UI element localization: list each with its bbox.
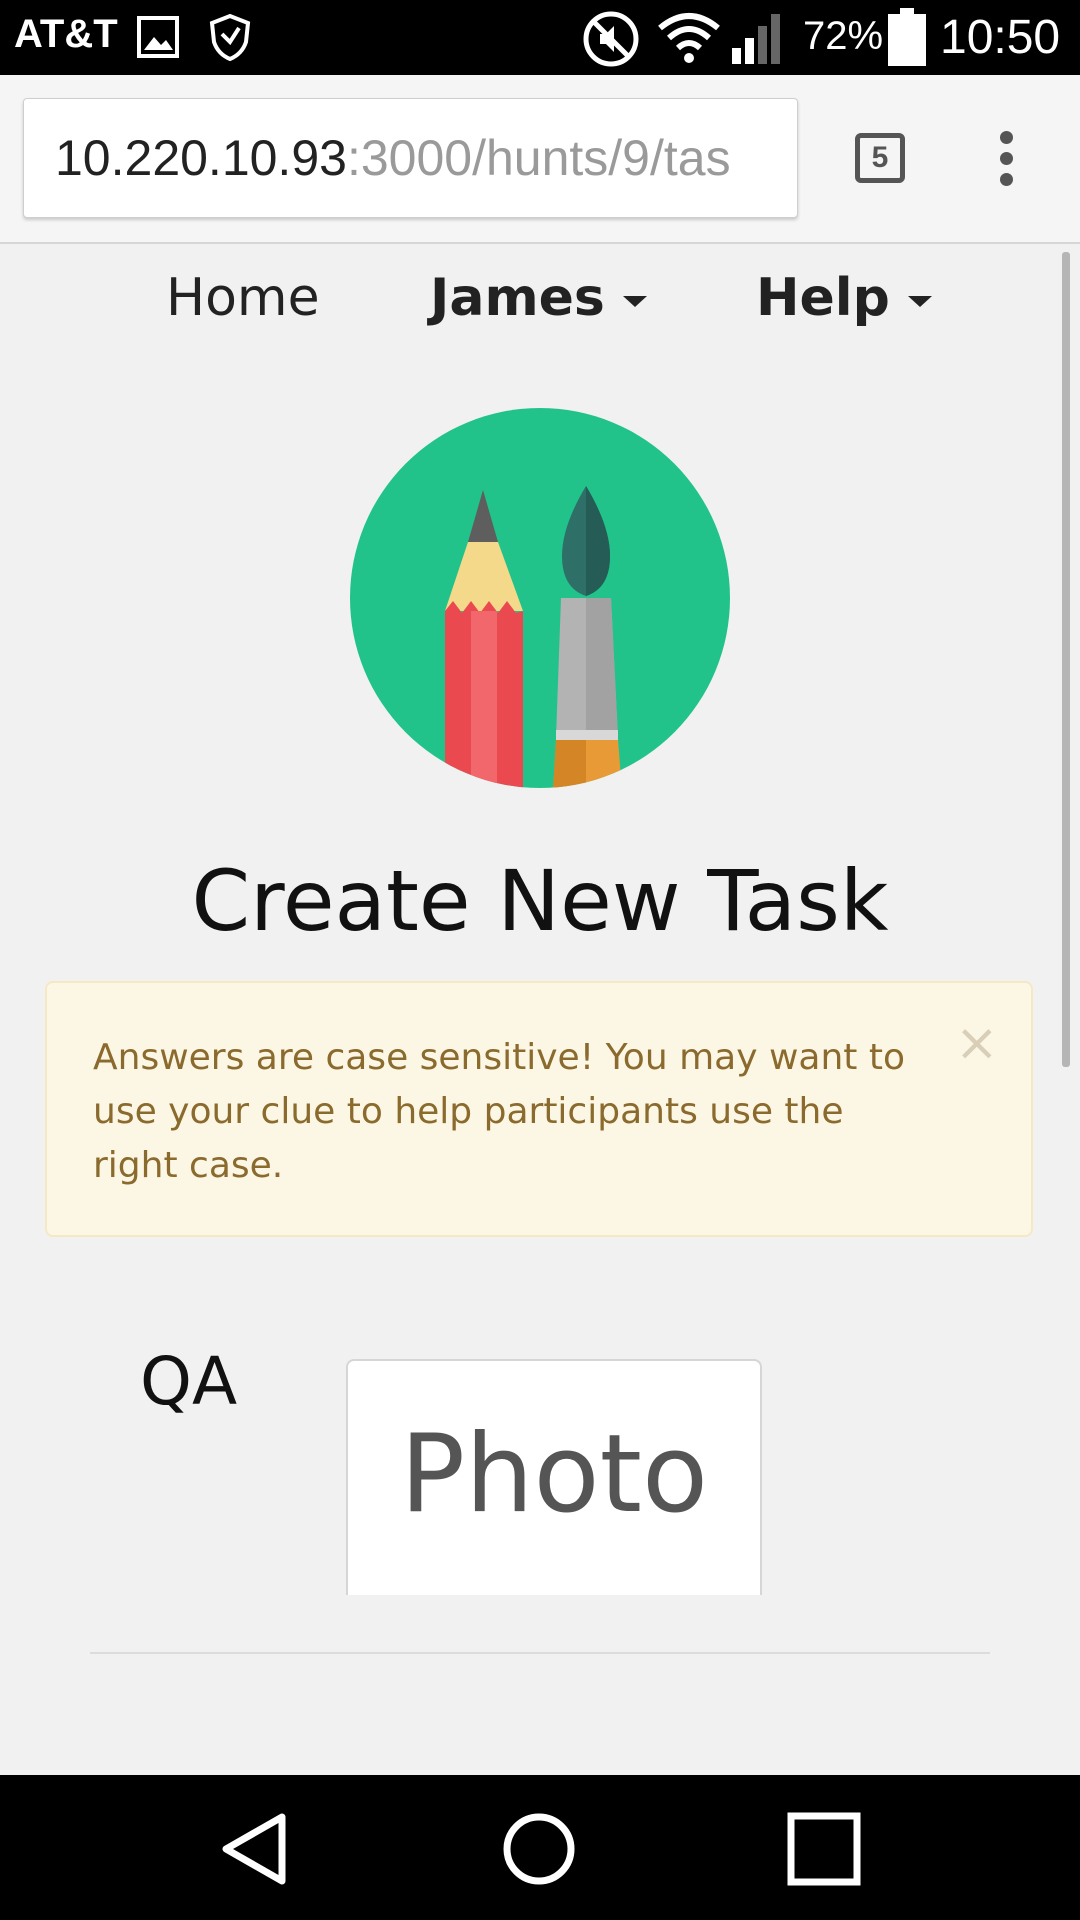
caret-down-icon [907, 295, 932, 307]
nav-user-label: James [430, 268, 605, 328]
case-sensitive-alert: Answers are case sensitive! You may want… [45, 981, 1033, 1237]
divider [90, 1652, 990, 1654]
battery-icon [888, 8, 926, 66]
alert-message: Answers are case sensitive! You may want… [93, 1037, 905, 1186]
shield-icon [209, 13, 251, 62]
url-host: 10.220.10.93 [55, 130, 347, 186]
nav-home-link[interactable]: Home [166, 268, 320, 328]
home-icon[interactable] [502, 1811, 576, 1887]
mute-icon [583, 11, 639, 67]
status-bar: AT&T 72% 10:50 [0, 0, 1080, 75]
nav-home-label: Home [166, 268, 320, 328]
back-icon[interactable] [218, 1811, 290, 1887]
recents-icon[interactable] [786, 1811, 862, 1887]
image-icon [137, 16, 179, 58]
signal-icon [732, 14, 780, 64]
browser-toolbar: 10.220.10.93:3000/hunts/9/tas 5 [0, 75, 1080, 244]
nav-help-label: Help [756, 268, 890, 328]
address-bar[interactable]: 10.220.10.93:3000/hunts/9/tas [23, 98, 798, 218]
close-icon[interactable]: × [955, 1013, 999, 1073]
caret-down-icon [622, 295, 647, 307]
photo-button[interactable]: Photo [346, 1359, 762, 1595]
overflow-menu-icon[interactable] [996, 131, 1016, 187]
nav-user-dropdown[interactable]: James [430, 268, 647, 328]
url-path: :3000/hunts/9/tas [346, 130, 731, 186]
carrier-label: AT&T [14, 12, 118, 56]
pencil-brush-logo-icon [350, 408, 730, 788]
clock: 10:50 [940, 11, 1061, 64]
page-title: Create New Task [191, 852, 889, 950]
url-text: 10.220.10.93:3000/hunts/9/tas [55, 129, 731, 187]
battery-percent: 72% [803, 14, 884, 58]
nav-help-dropdown[interactable]: Help [756, 268, 932, 328]
tab-switcher-button[interactable]: 5 [855, 133, 905, 183]
qa-label: QA [140, 1343, 238, 1420]
system-nav-bar [0, 1775, 1080, 1920]
wifi-icon [658, 13, 720, 63]
site-nav: Home James Help [0, 268, 1080, 338]
